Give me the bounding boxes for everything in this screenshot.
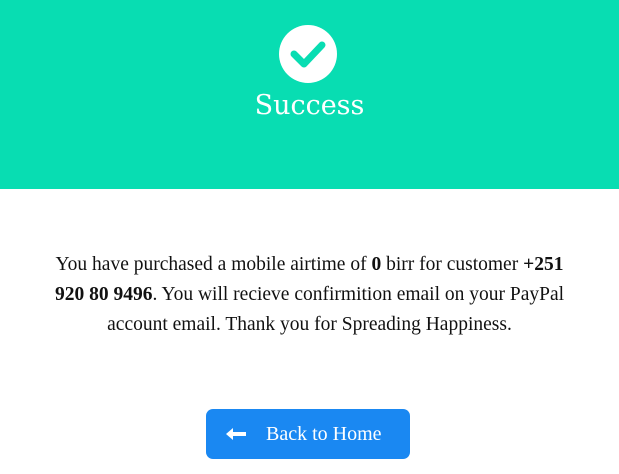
message-text-1: You have purchased a mobile airtime of (55, 254, 372, 275)
check-circle-icon (279, 25, 337, 83)
page-title: Success (254, 90, 365, 121)
airtime-amount: 0 (371, 254, 382, 275)
success-header: Success (0, 0, 619, 189)
arrow-left-icon (226, 427, 248, 441)
back-to-home-button[interactable]: Back to Home (206, 409, 410, 459)
message-text-2: birr for customer (381, 254, 524, 275)
back-to-home-label: Back to Home (266, 422, 382, 445)
purchase-message: You have purchased a mobile airtime of 0… (50, 250, 569, 340)
page: Success You have purchased a mobile airt… (0, 0, 619, 474)
checkmark-icon (290, 41, 326, 68)
message-text-3: . You will recieve confirmition email on… (107, 284, 565, 335)
